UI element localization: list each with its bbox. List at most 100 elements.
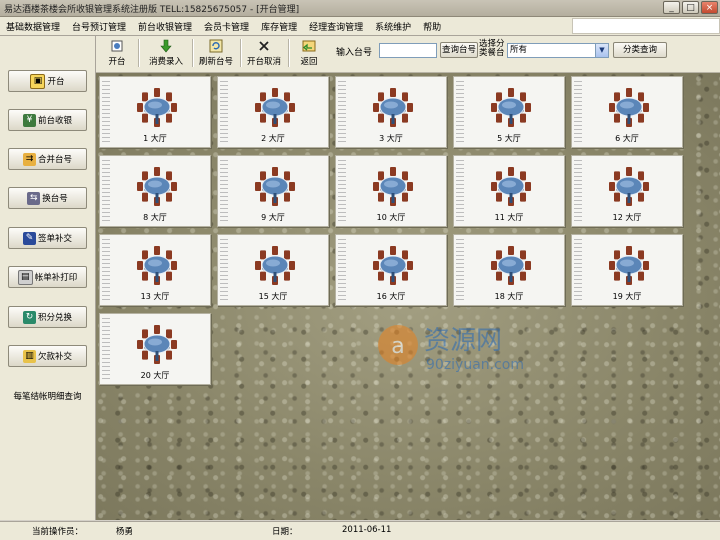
table-card[interactable]: 19 大厅 bbox=[571, 234, 683, 306]
return-icon bbox=[302, 39, 316, 53]
table-card[interactable]: 11 大厅 bbox=[453, 155, 565, 227]
table-input-label: 输入台号 bbox=[336, 48, 373, 58]
table-label: 5 大厅 bbox=[497, 134, 521, 143]
sidebar-merge-tables-button[interactable]: ⇉ 合并台号 bbox=[8, 148, 87, 170]
menu-manager-query[interactable]: 经理查询管理 bbox=[303, 20, 369, 33]
table-label: 9 大厅 bbox=[261, 213, 285, 222]
return-button[interactable]: 返回 bbox=[292, 37, 326, 70]
operator-label: 当前操作员： bbox=[32, 527, 84, 537]
refresh-tables-label: 刷新台号 bbox=[198, 57, 233, 67]
menu-system[interactable]: 系统维护 bbox=[369, 20, 417, 33]
menu-help[interactable]: 帮助 bbox=[417, 20, 447, 33]
dining-table-icon bbox=[253, 165, 297, 209]
table-card[interactable]: 2 大厅 bbox=[217, 76, 329, 148]
menu-cashier[interactable]: 前台收银管理 bbox=[132, 20, 198, 33]
category-search-button[interactable]: 分类查询 bbox=[613, 42, 667, 58]
sidebar-cashier-button[interactable]: ¥ 前台收银 bbox=[8, 109, 87, 131]
table-card[interactable]: 6 大厅 bbox=[571, 76, 683, 148]
table-card[interactable]: 12 大厅 bbox=[571, 155, 683, 227]
table-card[interactable]: 5 大厅 bbox=[453, 76, 565, 148]
toolbar-separator bbox=[288, 39, 290, 67]
menu-inventory[interactable]: 库存管理 bbox=[255, 20, 303, 33]
svg-text:a: a bbox=[391, 334, 404, 359]
table-label: 10 大厅 bbox=[376, 213, 406, 222]
sidebar-open-table-label: 开台 bbox=[47, 77, 65, 87]
table-label: 8 大厅 bbox=[143, 213, 167, 222]
menu-member-card[interactable]: 会员卡管理 bbox=[198, 20, 255, 33]
table-label: 15 大厅 bbox=[258, 292, 288, 301]
consumption-entry-button[interactable]: 消费录入 bbox=[144, 37, 188, 70]
close-button[interactable]: × bbox=[701, 1, 718, 14]
dining-table-icon bbox=[489, 244, 533, 288]
dining-table-icon bbox=[253, 244, 297, 288]
table-label: 18 大厅 bbox=[494, 292, 524, 301]
watermark-logo: a 资源网 90ziyuan.com bbox=[378, 325, 524, 373]
sidebar-points-exchange-button[interactable]: ↻ 积分兑换 bbox=[8, 306, 87, 328]
sidebar-swap-table-button[interactable]: ⇆ 换台号 bbox=[8, 187, 87, 209]
search-table-button[interactable]: 查询台号 bbox=[440, 42, 478, 58]
swap-icon: ⇆ bbox=[27, 191, 41, 205]
sidebar-reprint-bill-label: 帐单补打印 bbox=[34, 273, 78, 283]
menu-bar: 基础数据管理 台号预订管理 前台收银管理 会员卡管理 库存管理 经理查询管理 系… bbox=[0, 17, 720, 36]
table-card[interactable]: 20 大厅 bbox=[99, 313, 211, 385]
sidebar-open-table-button[interactable]: ▣ 开台 bbox=[8, 70, 87, 92]
open-icon: ▣ bbox=[30, 73, 46, 89]
sidebar-checkout-detail-query[interactable]: 每笔结帐明细查询 bbox=[2, 385, 93, 407]
table-label: 12 大厅 bbox=[612, 213, 642, 222]
open-table-icon bbox=[110, 39, 124, 53]
printer-icon: ▤ bbox=[17, 269, 33, 285]
cashier-icon: ¥ bbox=[22, 113, 36, 127]
category-select[interactable]: 所有 ▼ bbox=[507, 43, 609, 58]
date-value: 2011-06-11 bbox=[342, 525, 392, 535]
sidebar-swap-table-label: 换台号 bbox=[42, 194, 68, 204]
menu-basic-data[interactable]: 基础数据管理 bbox=[0, 20, 66, 33]
toolbar-separator bbox=[240, 39, 242, 67]
table-label: 19 大厅 bbox=[612, 292, 642, 301]
toolbar-separator bbox=[192, 39, 194, 67]
dining-table-icon bbox=[607, 244, 651, 288]
table-card[interactable]: 18 大厅 bbox=[453, 234, 565, 306]
sidebar-checkout-detail-label: 每笔结帐明细查询 bbox=[13, 392, 82, 402]
table-number-input[interactable] bbox=[379, 43, 437, 58]
table-card[interactable]: 8 大厅 bbox=[99, 155, 211, 227]
table-card[interactable]: 1 大厅 bbox=[99, 76, 211, 148]
table-label: 13 大厅 bbox=[140, 292, 170, 301]
operator-value: 杨勇 bbox=[116, 527, 134, 537]
sidebar-debt-payment-button[interactable]: ▥ 欠款补交 bbox=[8, 345, 87, 367]
table-label: 1 大厅 bbox=[143, 134, 167, 143]
table-card[interactable]: 10 大厅 bbox=[335, 155, 447, 227]
dining-table-icon bbox=[253, 86, 297, 130]
menu-reservation[interactable]: 台号预订管理 bbox=[66, 20, 132, 33]
window-controls: _ □ × bbox=[663, 1, 718, 14]
cancel-open-button[interactable]: 开台取消 bbox=[244, 37, 284, 70]
merge-icon: ⇉ bbox=[22, 152, 36, 166]
cancel-open-label: 开台取消 bbox=[246, 57, 281, 67]
refresh-tables-button[interactable]: 刷新台号 bbox=[196, 37, 236, 70]
sidebar-sign-payment-label: 签单补交 bbox=[37, 234, 72, 244]
maximize-button[interactable]: □ bbox=[682, 1, 699, 14]
dining-table-icon bbox=[371, 165, 415, 209]
sidebar-reprint-bill-button[interactable]: ▤ 帐单补打印 bbox=[8, 266, 87, 288]
dining-table-icon bbox=[489, 86, 533, 130]
download-arrow-icon bbox=[159, 39, 173, 53]
category-selected-value: 所有 bbox=[510, 45, 528, 55]
left-function-panel: ▣ 开台 ¥ 前台收银 ⇉ 合并台号 ⇆ 换台号 ✎ 签单补交 ▤ 帐单补打印 … bbox=[0, 36, 96, 520]
category-label: 选择分类餐台 bbox=[479, 39, 505, 58]
return-label: 返回 bbox=[300, 57, 318, 67]
table-card[interactable]: 16 大厅 bbox=[335, 234, 447, 306]
table-card[interactable]: 9 大厅 bbox=[217, 155, 329, 227]
menu-blank-area bbox=[572, 18, 720, 34]
sidebar-points-exchange-label: 积分兑换 bbox=[37, 313, 72, 323]
open-table-button[interactable]: 开台 bbox=[102, 37, 132, 70]
table-card[interactable]: 13 大厅 bbox=[99, 234, 211, 306]
points-icon: ↻ bbox=[22, 310, 36, 324]
minimize-button[interactable]: _ bbox=[663, 1, 680, 14]
sidebar-merge-tables-label: 合并台号 bbox=[37, 155, 72, 165]
table-card[interactable]: 15 大厅 bbox=[217, 234, 329, 306]
sidebar-sign-payment-button[interactable]: ✎ 签单补交 bbox=[8, 227, 87, 249]
status-bar: 当前操作员： 杨勇 日期： 2011-06-11 bbox=[0, 521, 720, 540]
table-card[interactable]: 3 大厅 bbox=[335, 76, 447, 148]
table-label: 2 大厅 bbox=[261, 134, 285, 143]
chevron-down-icon[interactable]: ▼ bbox=[595, 44, 608, 57]
date-label: 日期： bbox=[272, 527, 298, 537]
